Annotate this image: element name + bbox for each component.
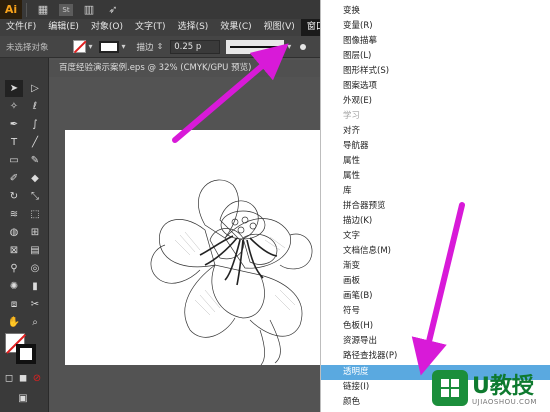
watermark-subtitle: UJIAOSHOU.COM bbox=[472, 398, 537, 406]
paintbrush-icon[interactable]: ✎ bbox=[26, 152, 44, 169]
menu-item-appearance[interactable]: 外观(E) bbox=[321, 94, 550, 109]
menu-item-libraries[interactable]: 库 bbox=[321, 184, 550, 199]
menu-item-properties[interactable]: 属性 bbox=[321, 154, 550, 169]
none-mode-icon[interactable]: ⊘ bbox=[30, 370, 44, 387]
hand-tool-icon[interactable]: ✋ bbox=[5, 314, 23, 331]
menu-item-image-trace[interactable]: 图像描摹 bbox=[321, 34, 550, 49]
menu-select[interactable]: 选择(S) bbox=[172, 19, 215, 36]
menu-item-graphic-styles[interactable]: 图形样式(S) bbox=[321, 64, 550, 79]
tools-panel: ➤ ▷ ✧ ℓ ✒ ∫ T ╱ ▭ ✎ ✐ ◆ ↻ ⤡ ≋ ⬚ ◍ ⊞ ⊠ ▤ … bbox=[0, 58, 49, 412]
menu-item-asset-export[interactable]: 资源导出 bbox=[321, 334, 550, 349]
windows-logo-icon bbox=[432, 370, 468, 406]
menu-effect[interactable]: 效果(C) bbox=[214, 19, 257, 36]
illustrator-logo: Ai bbox=[0, 0, 22, 19]
rectangle-tool-icon[interactable]: ▭ bbox=[5, 152, 23, 169]
menu-file[interactable]: 文件(F) bbox=[0, 19, 42, 36]
menu-item-document-info[interactable]: 文档信息(M) bbox=[321, 244, 550, 259]
free-transform-icon[interactable]: ⬚ bbox=[26, 206, 44, 223]
zoom-tool-icon[interactable]: ⌕ bbox=[26, 314, 44, 331]
arrange-icon[interactable]: ▥ bbox=[81, 2, 97, 18]
eraser-icon[interactable]: ◆ bbox=[26, 170, 44, 187]
menu-object[interactable]: 对象(O) bbox=[85, 19, 129, 36]
gradient-tool-icon[interactable]: ▤ bbox=[26, 242, 44, 259]
menu-item-variables[interactable]: 变量(R) bbox=[321, 19, 550, 34]
stroke-swatch[interactable] bbox=[98, 40, 119, 53]
brush-definition-dropdown[interactable] bbox=[226, 39, 285, 54]
stroke-label[interactable]: 描边 bbox=[137, 41, 154, 53]
gpu-rocket-icon[interactable]: ➶ bbox=[105, 2, 121, 18]
pen-tool-icon[interactable]: ✒ bbox=[5, 116, 23, 133]
watermark-title: U教授 bbox=[472, 374, 534, 399]
chevron-down-icon[interactable]: ▾ bbox=[122, 42, 126, 51]
variable-width-dot[interactable] bbox=[300, 43, 307, 50]
magic-wand-icon[interactable]: ✧ bbox=[5, 98, 23, 115]
menu-view[interactable]: 视图(V) bbox=[258, 19, 301, 36]
document-tab[interactable]: 百度经验演示案例.eps @ 32% (CMYK/GPU 预览) bbox=[49, 60, 320, 77]
menu-bar: 文件(F) 编辑(E) 对象(O) 文字(T) 选择(S) 效果(C) 视图(V… bbox=[0, 19, 347, 36]
artboard[interactable] bbox=[65, 130, 320, 365]
blend-tool-icon[interactable]: ◎ bbox=[26, 260, 44, 277]
color-mode-icon[interactable]: ◻ bbox=[2, 370, 16, 387]
stroke-weight-field[interactable]: 0.25 p bbox=[170, 39, 221, 54]
type-tool-icon[interactable]: T bbox=[5, 134, 23, 151]
menu-item-navigator[interactable]: 导航器 bbox=[321, 139, 550, 154]
menu-item-transform[interactable]: 变换 bbox=[321, 4, 550, 19]
curvature-icon[interactable]: ∫ bbox=[26, 116, 44, 133]
menu-item-gradient[interactable]: 渐变 bbox=[321, 259, 550, 274]
mesh-tool-icon[interactable]: ⊠ bbox=[5, 242, 23, 259]
menu-item-align[interactable]: 对齐 bbox=[321, 124, 550, 139]
stroke-stepper-icon[interactable]: ⇕ bbox=[157, 42, 164, 51]
menu-type[interactable]: 文字(T) bbox=[129, 19, 172, 36]
shape-builder-icon[interactable]: ◍ bbox=[5, 224, 23, 241]
selection-tool-icon[interactable]: ➤ bbox=[5, 80, 23, 97]
menu-item-pathfinder[interactable]: 路径查找器(P) bbox=[321, 349, 550, 364]
lasso-icon[interactable]: ℓ bbox=[26, 98, 44, 115]
artboard-tool-icon[interactable]: ⧈ bbox=[5, 296, 23, 313]
stock-icon[interactable]: St bbox=[59, 3, 73, 16]
stroke-color-box[interactable] bbox=[16, 344, 36, 364]
canvas-area[interactable] bbox=[49, 77, 320, 412]
document-tab-strip: 百度经验演示案例.eps @ 32% (CMYK/GPU 预览) bbox=[49, 60, 320, 77]
window-menu-dropdown: 变换 变量(R) 图像描摹 图层(L) 图形样式(S) 图案选项 外观(E) 学… bbox=[320, 0, 550, 412]
menu-edit[interactable]: 编辑(E) bbox=[42, 19, 85, 36]
bridge-icon[interactable]: ▦ bbox=[35, 2, 51, 18]
menu-item-swatches[interactable]: 色板(H) bbox=[321, 319, 550, 334]
menu-item-attributes[interactable]: 属性 bbox=[321, 169, 550, 184]
gradient-mode-icon[interactable]: ◼ bbox=[16, 370, 30, 387]
lotus-illustration bbox=[150, 179, 313, 365]
line-tool-icon[interactable]: ╱ bbox=[26, 134, 44, 151]
menu-item-stroke[interactable]: 描边(K) bbox=[321, 214, 550, 229]
graph-tool-icon[interactable]: ▮ bbox=[26, 278, 44, 295]
menu-item-symbols[interactable]: 符号 bbox=[321, 304, 550, 319]
eyedropper-icon[interactable]: ⚲ bbox=[5, 260, 23, 277]
rotate-tool-icon[interactable]: ↻ bbox=[5, 188, 23, 205]
scale-tool-icon[interactable]: ⤡ bbox=[26, 188, 44, 205]
screen-mode-icon[interactable]: ▣ bbox=[14, 390, 32, 407]
shaper-tool-icon[interactable]: ✐ bbox=[5, 170, 23, 187]
control-bar: 未选择对象 ▾ ▾ 描边 ⇕ 0.25 p ▾ bbox=[0, 36, 320, 58]
chevron-down-icon[interactable]: ▾ bbox=[89, 42, 93, 51]
slice-tool-icon[interactable]: ✂ bbox=[26, 296, 44, 313]
direct-selection-icon[interactable]: ▷ bbox=[26, 80, 44, 97]
width-tool-icon[interactable]: ≋ bbox=[5, 206, 23, 223]
symbol-sprayer-icon[interactable]: ✺ bbox=[5, 278, 23, 295]
menu-item-layers[interactable]: 图层(L) bbox=[321, 49, 550, 64]
fill-swatch[interactable] bbox=[72, 40, 86, 53]
menu-item-artboards[interactable]: 画板 bbox=[321, 274, 550, 289]
menu-item-learn: 学习 bbox=[343, 111, 361, 121]
menu-item-pattern-options[interactable]: 图案选项 bbox=[321, 79, 550, 94]
menu-item-flattener-preview[interactable]: 拼合器预览 bbox=[321, 199, 550, 214]
divider bbox=[26, 2, 27, 17]
perspective-grid-icon[interactable]: ⊞ bbox=[26, 224, 44, 241]
selection-status: 未选择对象 bbox=[6, 42, 49, 53]
chevron-down-icon[interactable]: ▾ bbox=[287, 42, 291, 51]
watermark: U教授 UJIAOSHOU.COM bbox=[432, 368, 550, 412]
menu-item-type[interactable]: 文字 bbox=[321, 229, 550, 244]
menu-item-brushes[interactable]: 画笔(B) bbox=[321, 289, 550, 304]
